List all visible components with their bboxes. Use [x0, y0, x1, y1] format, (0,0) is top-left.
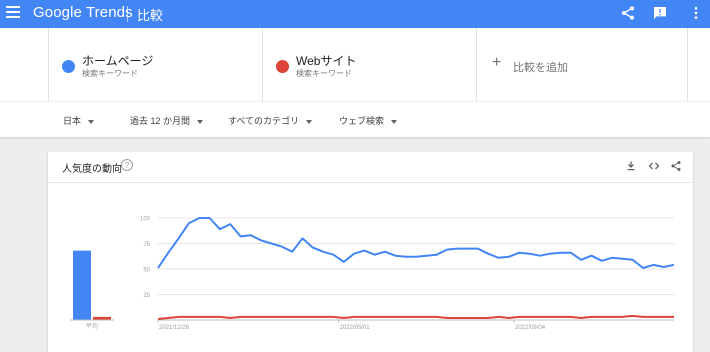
term-subtitle: 検索キーワード [82, 69, 138, 78]
brand-logo[interactable]: Google Trends [33, 4, 133, 21]
search-type-label: ウェブ検索 [339, 116, 385, 126]
x-tick-label: 2021/12/26 [159, 325, 190, 331]
share-icon[interactable] [670, 160, 682, 172]
app-bar: Google Trends 比較 [0, 0, 710, 28]
card-title: 人気度の動向 [62, 164, 122, 175]
menu-icon[interactable] [6, 6, 20, 20]
filter-bar: 日本 過去 12 か月間 すべてのカテゴリ ウェブ検索 [0, 101, 710, 137]
share-icon[interactable] [620, 5, 636, 21]
feedback-icon[interactable] [652, 5, 668, 21]
terms-bar: ホームページ 検索キーワード Webサイト 検索キーワード + 比較を追加 [0, 28, 710, 101]
page-title: 比較 [137, 8, 164, 23]
interest-chart: 25 50 75 100 平均 2021/12/26 2022/05/01 2022/09/0… [70, 217, 675, 331]
term-color-dot [62, 60, 75, 73]
plus-icon: + [492, 54, 502, 71]
card-header: 人気度の動向 ? [48, 152, 693, 183]
add-comparison-button[interactable]: + 比較を追加 [476, 28, 688, 101]
average-bar [73, 250, 91, 320]
y-tick-label: 50 [143, 268, 150, 274]
caret-down-icon [88, 119, 95, 124]
more-vert-icon[interactable] [688, 5, 704, 21]
y-tick-label: 25 [143, 293, 150, 299]
caret-down-icon [391, 119, 398, 124]
term-name: ホームページ [82, 54, 154, 68]
average-label: 平均 [86, 322, 98, 330]
search-type-dropdown[interactable]: ウェブ検索 [339, 114, 398, 127]
category-label: すべてのカテゴリ [228, 116, 300, 126]
interest-over-time-card: 人気度の動向 ? 25 50 75 100 平均 2021/12/26 2022/05/01… [48, 152, 693, 352]
embed-code-icon[interactable] [648, 160, 660, 172]
category-dropdown[interactable]: すべてのカテゴリ [228, 114, 313, 127]
term-subtitle: 検索キーワード [296, 69, 352, 78]
y-tick-label: 75 [143, 242, 150, 248]
caret-down-icon [306, 119, 313, 124]
x-tick-label: 2022/09/04 [515, 325, 546, 331]
term-card-1[interactable]: ホームページ 検索キーワード [48, 28, 262, 101]
term-name: Webサイト [296, 54, 357, 68]
y-tick-label: 100 [140, 217, 151, 223]
x-tick-label: 2022/05/01 [340, 325, 371, 331]
period-label: 過去 12 か月間 [130, 116, 191, 126]
divider [127, 6, 128, 22]
period-dropdown[interactable]: 過去 12 か月間 [130, 114, 204, 127]
region-dropdown[interactable]: 日本 [63, 114, 95, 127]
download-icon[interactable] [625, 160, 637, 172]
term-color-dot [276, 60, 289, 73]
term-card-2[interactable]: Webサイト 検索キーワード [262, 28, 476, 101]
series-line [157, 314, 674, 320]
add-comparison-label: 比較を追加 [513, 62, 568, 74]
help-icon[interactable]: ? [121, 159, 133, 171]
caret-down-icon [197, 119, 204, 124]
region-label: 日本 [63, 116, 82, 126]
